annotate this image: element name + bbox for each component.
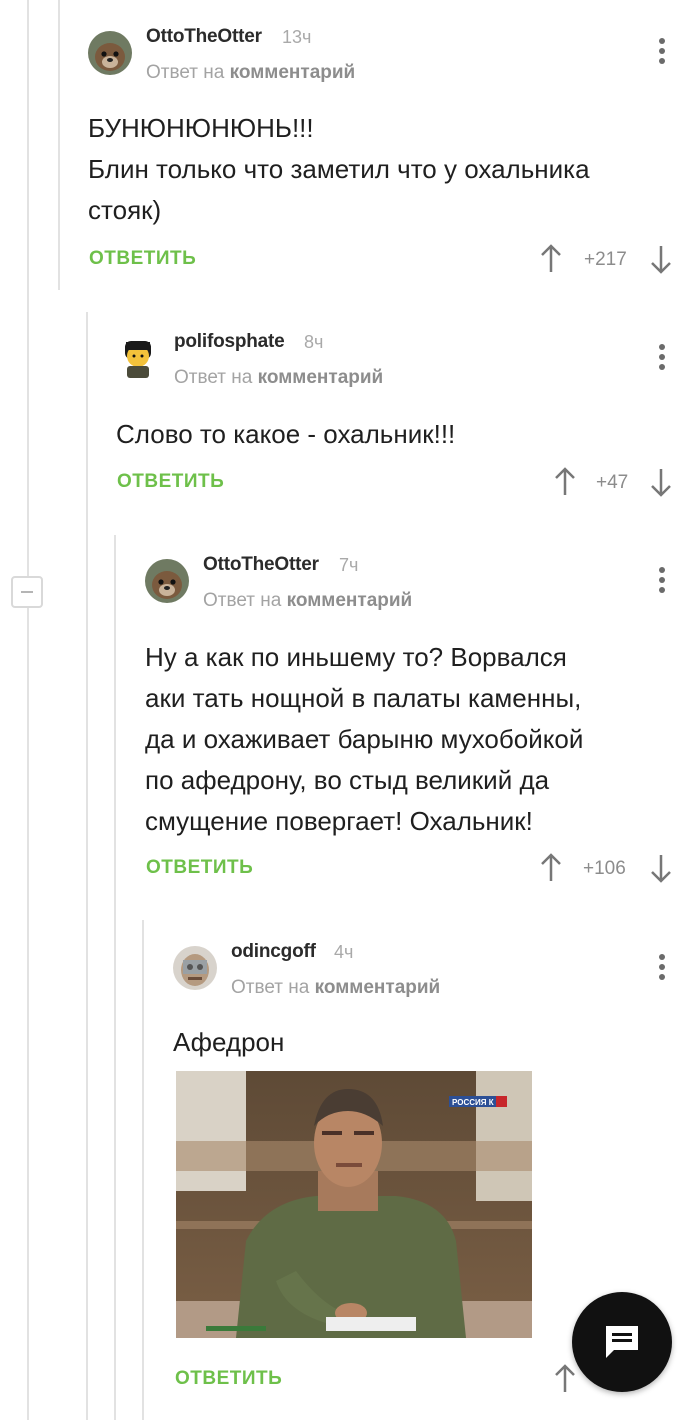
reply-prefix: Ответ на [146, 62, 225, 83]
reply-prefix: Ответ на [203, 590, 282, 611]
channel-logo: РОССИЯ К [452, 1098, 494, 1107]
otter-avatar-icon [145, 559, 189, 603]
score: +217 [584, 249, 627, 270]
thread-line [27, 0, 29, 1420]
timestamp: 7ч [339, 555, 359, 575]
tv-frame-image: РОССИЯ К [176, 1071, 532, 1338]
upvote-icon[interactable] [554, 467, 576, 497]
reply-target: комментарий [286, 590, 413, 611]
reply-button[interactable]: ОТВЕТИТЬ [146, 857, 253, 879]
avatar[interactable] [173, 946, 217, 990]
comment-line: стояк) [88, 195, 162, 225]
chat-icon [606, 1326, 638, 1358]
comment-line: смущение повергает! Охальник! [145, 806, 533, 836]
avatar[interactable] [145, 559, 189, 603]
more-options-icon[interactable] [656, 38, 668, 68]
reply-button[interactable]: ОТВЕТИТЬ [117, 471, 224, 493]
username[interactable]: odincgoff [231, 941, 316, 963]
reply-button[interactable]: ОТВЕТИТЬ [89, 248, 196, 270]
reply-to-link[interactable]: Ответ на комментарий [174, 367, 383, 389]
more-options-icon[interactable] [656, 344, 668, 374]
comments-fab-button[interactable] [572, 1292, 672, 1392]
reply-target: комментарий [314, 977, 441, 998]
otter-avatar-icon [88, 31, 132, 75]
more-options-icon[interactable] [656, 954, 668, 984]
comment-text: Афедрон [173, 1022, 284, 1063]
comment-line: Ну а как по иньшему то? Ворвался [145, 642, 567, 672]
downvote-icon[interactable] [650, 853, 672, 883]
username[interactable]: OttoTheOtter [146, 26, 262, 48]
reply-to-link[interactable]: Ответ на комментарий [203, 590, 412, 612]
cartoon-avatar-icon [116, 336, 160, 380]
upvote-icon[interactable] [540, 853, 562, 883]
avatar[interactable] [116, 336, 160, 380]
reply-button[interactable]: ОТВЕТИТЬ [175, 1368, 282, 1390]
comment-line: Афедрон [173, 1027, 285, 1057]
comment-text: Слово то какое - охальник!!! [116, 414, 455, 455]
thread-line [86, 312, 88, 1420]
reply-target: комментарий [229, 62, 356, 83]
timestamp: 13ч [282, 27, 312, 47]
timestamp: 8ч [304, 332, 324, 352]
comment-line: Блин только что заметил что у охальника [88, 154, 590, 184]
reply-to-link[interactable]: Ответ на комментарий [231, 977, 440, 999]
downvote-icon[interactable] [650, 244, 672, 274]
comment-text: БУНЮНЮНЮНЬ!!! Блин только что заметил чт… [88, 108, 590, 231]
collapse-thread-button[interactable] [11, 576, 43, 608]
more-options-icon[interactable] [656, 567, 668, 597]
comment-line: БУНЮНЮНЮНЬ!!! [88, 113, 314, 143]
masked-avatar-icon [173, 946, 217, 990]
reply-target: комментарий [257, 367, 384, 388]
username[interactable]: polifosphate [174, 331, 285, 353]
username[interactable]: OttoTheOtter [203, 554, 319, 576]
comment-line: аки тать нощной в палаты каменны, [145, 683, 582, 713]
downvote-icon[interactable] [650, 467, 672, 497]
comment-line: Слово то какое - охальник!!! [116, 419, 456, 449]
comment-text: Ну а как по иньшему то? Ворвался аки тат… [145, 637, 583, 842]
score: +106 [583, 858, 626, 879]
thread-line [142, 920, 144, 1420]
thread-line [58, 0, 60, 290]
comment-line: по афедрону, во стыд великий да [145, 765, 550, 795]
score: +47 [596, 472, 629, 493]
upvote-icon[interactable] [540, 244, 562, 274]
timestamp: 4ч [334, 942, 354, 962]
avatar[interactable] [88, 31, 132, 75]
comment-image[interactable]: РОССИЯ К [176, 1071, 532, 1338]
reply-prefix: Ответ на [231, 977, 310, 998]
reply-to-link[interactable]: Ответ на комментарий [146, 62, 355, 84]
upvote-icon[interactable] [554, 1364, 576, 1394]
reply-prefix: Ответ на [174, 367, 253, 388]
comment-line: да и охаживает барыню мухобойкой [145, 724, 584, 754]
thread-line [114, 535, 116, 1420]
